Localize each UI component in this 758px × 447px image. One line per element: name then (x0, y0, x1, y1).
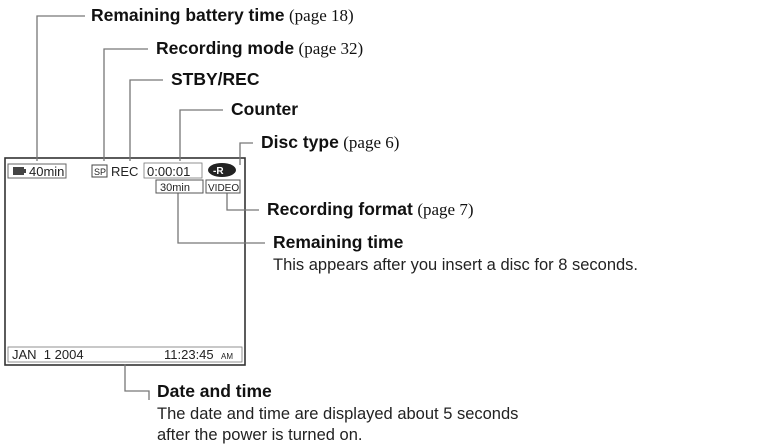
callout-date-time-desc-line2: after the power is turned on. (157, 426, 363, 445)
callout-rec-mode: Recording mode (page 32) (156, 38, 364, 58)
rec-status: REC (111, 164, 138, 179)
leader-rec-format (226, 193, 259, 211)
leader-remaining-time (177, 193, 265, 244)
counter-value: 0:00:01 (147, 164, 190, 179)
callout-rec-format-label: Recording format (267, 199, 413, 219)
format-value: VIDEO (208, 183, 239, 194)
callout-battery-page: (page 18) (288, 6, 354, 25)
callout-counter-label: Counter (231, 99, 299, 119)
callout-rec-mode-page: (page 32) (298, 39, 364, 58)
leader-counter (179, 109, 223, 161)
callout-stby-rec-label: STBY/REC (171, 69, 260, 89)
date-value: JAN 1 2004 (12, 347, 84, 362)
callout-counter: Counter (231, 99, 299, 119)
callout-date-time: Date and time (157, 381, 272, 401)
rec-mode-text: SP (94, 167, 106, 177)
leader-rec-mode (103, 48, 148, 161)
leader-disc-type (239, 142, 253, 165)
callout-date-time-desc-line1: The date and time are displayed about 5 … (157, 405, 519, 423)
battery-time: 40min (29, 164, 64, 179)
leader-battery (36, 15, 85, 161)
leader-stby-rec (129, 79, 163, 161)
callout-rec-mode-label: Recording mode (156, 38, 295, 58)
callout-rec-format-page: (page 7) (417, 200, 474, 219)
battery-icon (13, 167, 26, 175)
remaining-value: 30min (160, 182, 190, 194)
callout-disc-type-page: (page 6) (343, 133, 400, 152)
callout-disc-type-label: Disc type (261, 132, 339, 152)
callout-remaining-time-desc: This appears after you insert a disc for… (273, 255, 639, 274)
callout-battery-label: Remaining battery time (91, 5, 285, 25)
disc-type-text: -R (213, 166, 224, 177)
callout-disc-type: Disc type (page 6) (261, 132, 400, 152)
callout-date-time-desc: The date and time are displayed about 5 … (157, 404, 518, 447)
ampm-value: AM (221, 352, 233, 361)
callout-remaining-time-label: Remaining time (273, 232, 404, 252)
callout-battery: Remaining battery time (page 18) (91, 5, 354, 25)
leader-date-time (124, 364, 150, 400)
time-value: 11:23:45 (164, 347, 214, 362)
callout-stby-rec: STBY/REC (171, 69, 260, 89)
callout-date-time-label: Date and time (157, 381, 272, 401)
callout-remaining-time: Remaining time This appears after you in… (273, 232, 639, 276)
callout-rec-format: Recording format (page 7) (267, 199, 474, 219)
